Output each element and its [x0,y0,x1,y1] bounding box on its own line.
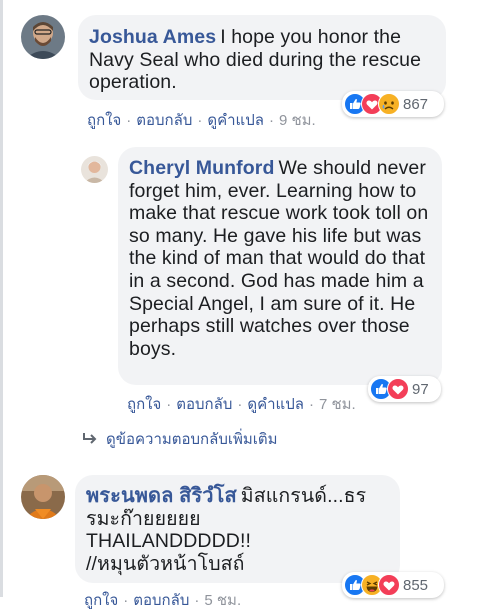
view-more-replies-link[interactable]: ดูข้อความตอบกลับเพิ่มเติม [82,427,278,451]
separator: · [126,112,132,129]
reply-link[interactable]: ตอบกลับ [176,396,232,413]
reaction-count: 855 [403,576,429,594]
translate-link[interactable]: ดูคำแปล [247,396,304,413]
timestamp[interactable]: 9 ชม. [279,112,316,129]
reaction-summary[interactable]: 867 [342,91,444,117]
reaction-summary[interactable]: 97 [368,376,441,402]
separator: · [237,396,243,413]
like-link[interactable]: ถูกใจ [87,112,121,129]
left-edge-divider [0,0,3,597]
comment-text: We should never forget him, ever. Learni… [129,157,429,360]
comment-text-block: Cheryl Munford We should never forget him… [129,157,432,360]
view-more-replies-label: ดูข้อความตอบกลับเพิ่มเติม [106,431,278,448]
separator: · [194,592,200,609]
translate-link[interactable]: ดูคำแปล [207,112,264,129]
separator: · [197,112,203,129]
comment-author-link[interactable]: พระนพดล สิริวํโส [86,485,237,507]
avatar[interactable] [81,156,108,183]
reply-link[interactable]: ตอบกลับ [136,112,192,129]
reaction-count: 97 [412,380,429,398]
comment-text-block: พระนพดล สิริวํโส มิสแกรนด์...ธร รมะก๊ายยย… [86,485,390,575]
comment-author-link[interactable]: Joshua Ames [89,26,216,48]
love-icon [378,574,400,596]
comment-text-line: THAILANDDDDD!! [86,530,251,553]
comment-actions: ถูกใจ · ตอบกลับ · ดูคำแปล · 7 ชม. [127,392,356,416]
separator: · [166,396,172,413]
comment-bubble: พระนพดล สิริวํโส มิสแกรนด์...ธร รมะก๊ายยย… [75,475,400,583]
comment-text-block: Joshua Ames I hope you honor the Navy Sea… [89,26,434,94]
comment-text-line: รมะก๊ายยยยย [86,507,201,530]
comment-actions: ถูกใจ · ตอบกลับ · 5 ชม. [84,588,241,612]
separator: · [308,396,314,413]
comment-author-link[interactable]: Cheryl Munford [129,157,274,179]
timestamp[interactable]: 7 ชม. [319,396,356,413]
reply-bubble: Cheryl Munford We should never forget him… [118,147,442,385]
comment-text-line: //หมุนตัวหน้าโบสถ์ [86,552,245,575]
comment-actions: ถูกใจ · ตอบกลับ · ดูคำแปล · 9 ชม. [87,108,316,132]
comment-bubble: Joshua Ames I hope you honor the Navy Sea… [78,15,446,100]
reaction-count: 867 [403,95,429,113]
reply-link[interactable]: ตอบกลับ [133,592,189,609]
like-link[interactable]: ถูกใจ [127,396,161,413]
comment-text-line: มิสแกรนด์...ธร [240,485,367,507]
reaction-summary[interactable]: 855 [342,572,444,598]
sad-icon [378,93,400,115]
like-link[interactable]: ถูกใจ [84,592,118,609]
reply-arrow-icon [82,432,98,446]
avatar[interactable] [21,15,65,59]
timestamp[interactable]: 5 ชม. [204,592,241,609]
love-icon [387,378,409,400]
avatar[interactable] [21,475,65,519]
separator: · [123,592,129,609]
separator: · [268,112,274,129]
